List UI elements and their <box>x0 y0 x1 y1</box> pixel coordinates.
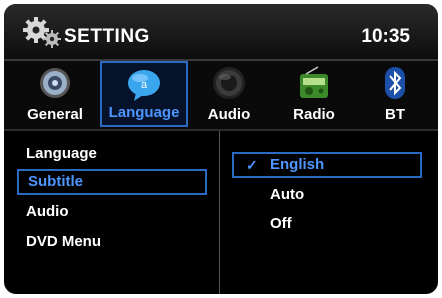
radio-icon <box>300 66 328 98</box>
menu-item-dvd-menu[interactable]: DVD Menu <box>17 229 207 255</box>
clock: 10:35 <box>361 26 410 47</box>
header-bar: SETTING 10:35 <box>4 4 438 59</box>
menu-item-audio[interactable]: Audio <box>17 199 207 225</box>
gear-speaker-icon <box>40 68 70 98</box>
option-auto[interactable]: Auto <box>232 182 422 208</box>
settings-gears-icon <box>23 17 61 48</box>
option-label: Auto <box>270 186 305 203</box>
tab-label: General <box>27 106 83 123</box>
tab-radio[interactable]: Radio <box>274 61 354 127</box>
option-off[interactable]: Off <box>232 211 422 237</box>
tab-label: Language <box>108 104 180 121</box>
speaker-icon <box>213 67 245 99</box>
tab-label: Audio <box>207 106 251 123</box>
option-label: English <box>270 156 325 173</box>
option-label: Off <box>270 215 292 232</box>
option-english[interactable]: ✓ English <box>232 152 422 178</box>
menu-item-subtitle[interactable]: Subtitle <box>17 169 207 195</box>
panel-divider <box>219 131 220 294</box>
tab-audio[interactable]: Audio <box>194 61 264 127</box>
check-icon: ✓ <box>246 157 258 173</box>
tab-bt[interactable]: BT <box>364 61 426 127</box>
category-tabs: General a Language Audio Radio BT <box>4 61 438 129</box>
tab-label: BT <box>385 106 405 123</box>
svg-text:a: a <box>141 79 148 91</box>
bluetooth-icon <box>385 67 405 99</box>
chat-bubble-icon: a <box>128 70 160 101</box>
menu-item-language[interactable]: Language <box>17 141 207 167</box>
tab-general[interactable]: General <box>14 61 96 127</box>
settings-menu: Language Subtitle Audio DVD Menu <box>4 131 219 294</box>
page-title: SETTING <box>64 26 150 47</box>
tab-language[interactable]: a Language <box>100 61 188 127</box>
tab-label: Radio <box>293 106 335 123</box>
settings-screen: SETTING 10:35 General a Language Audio R… <box>4 4 438 294</box>
